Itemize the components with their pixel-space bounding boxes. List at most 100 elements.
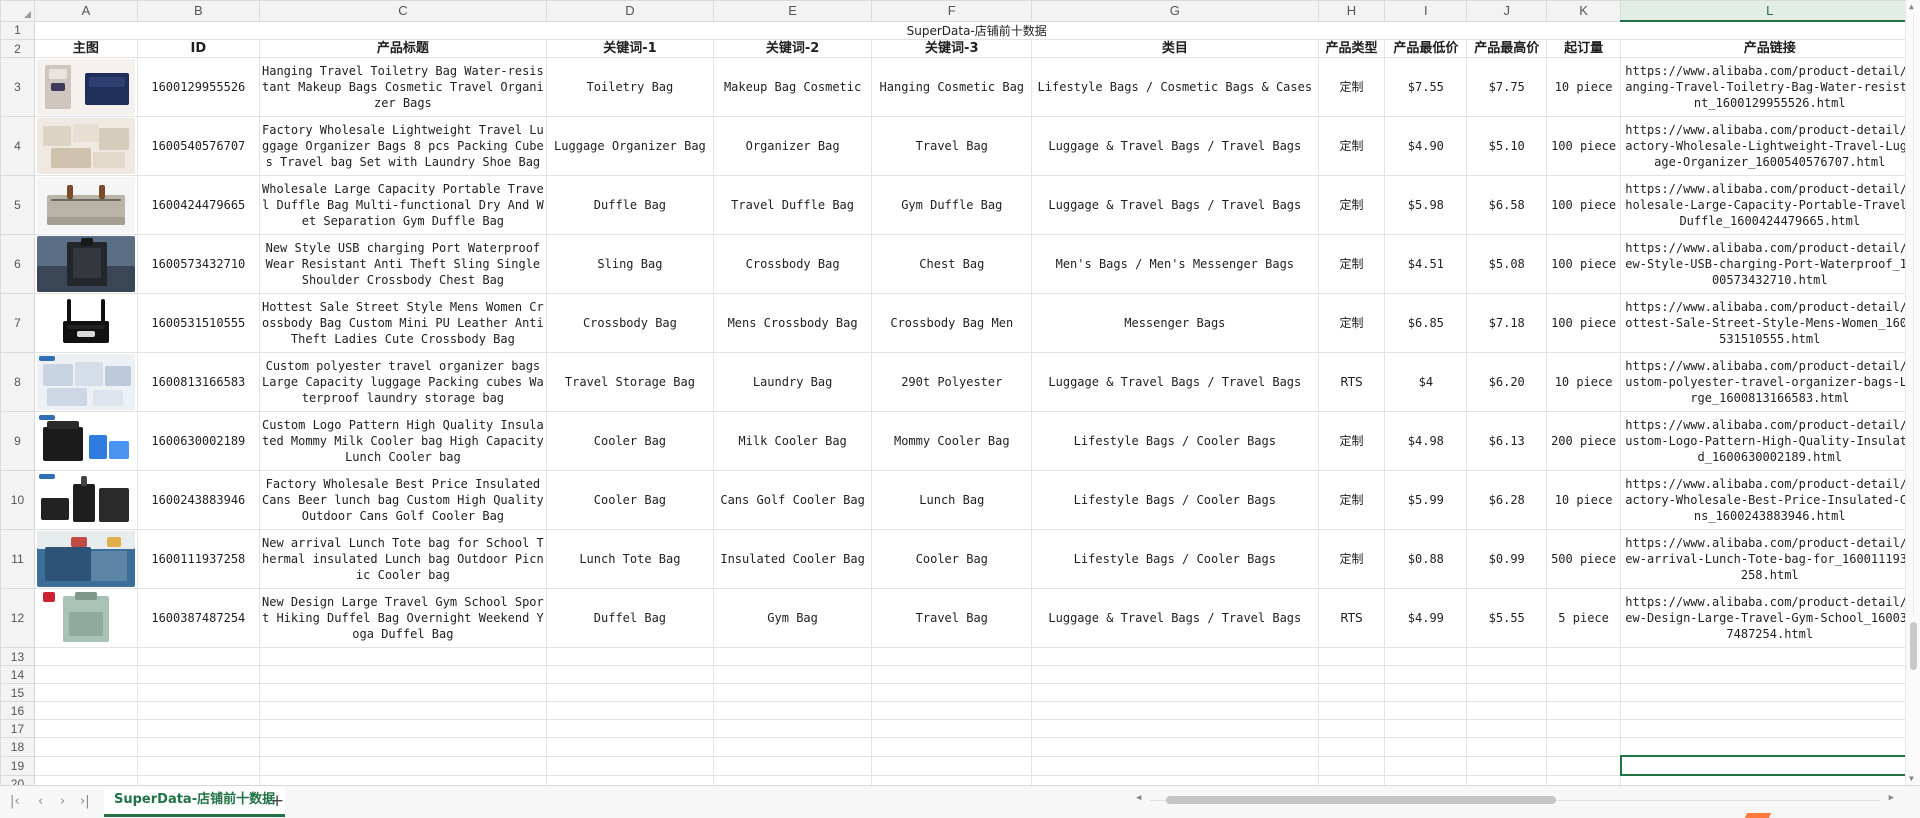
- product-link[interactable]: https://www.alibaba.com/product-detail/F…: [1620, 116, 1920, 176]
- column-title[interactable]: 起订量: [1546, 39, 1622, 58]
- product-id[interactable]: 1600243883946: [136, 470, 260, 530]
- keyword-3[interactable]: Hanging Cosmetic Bag: [871, 57, 1033, 117]
- category[interactable]: Lifestyle Bags / Cooler Bags: [1031, 529, 1319, 589]
- empty-cell[interactable]: [33, 683, 138, 702]
- keyword-2[interactable]: Organizer Bag: [712, 116, 873, 176]
- empty-cell[interactable]: [258, 719, 548, 738]
- empty-cell[interactable]: [1317, 755, 1386, 776]
- column-header-i[interactable]: I: [1384, 0, 1468, 22]
- empty-cell[interactable]: [1031, 737, 1319, 757]
- column-header-c[interactable]: C: [258, 0, 548, 22]
- empty-cell[interactable]: [1384, 665, 1468, 684]
- empty-cell[interactable]: [712, 647, 873, 666]
- row-header[interactable]: 4: [0, 116, 35, 176]
- keyword-1[interactable]: Cooler Bag: [546, 411, 714, 471]
- column-header-d[interactable]: D: [546, 0, 714, 22]
- product-image-cell[interactable]: [33, 57, 138, 117]
- empty-cell[interactable]: [546, 701, 714, 720]
- empty-cell[interactable]: [712, 774, 873, 785]
- column-header-b[interactable]: B: [136, 0, 260, 22]
- empty-cell[interactable]: [871, 701, 1033, 720]
- product-type[interactable]: 定制: [1317, 234, 1386, 294]
- empty-cell[interactable]: [871, 647, 1033, 666]
- product-link[interactable]: https://www.alibaba.com/product-detail/N…: [1620, 529, 1920, 589]
- scroll-up-icon[interactable]: ▲: [1909, 2, 1914, 11]
- empty-cell[interactable]: [1466, 701, 1548, 720]
- keyword-3[interactable]: Cooler Bag: [871, 529, 1033, 589]
- empty-cell[interactable]: [1466, 683, 1548, 702]
- empty-cell[interactable]: [1546, 719, 1622, 738]
- category[interactable]: Luggage & Travel Bags / Travel Bags: [1031, 352, 1319, 412]
- active-cell[interactable]: [1619, 755, 1920, 776]
- next-sheet-icon[interactable]: ›: [60, 794, 65, 809]
- empty-cell[interactable]: [1546, 737, 1622, 757]
- max-price[interactable]: $0.99: [1466, 529, 1548, 589]
- empty-cell[interactable]: [258, 647, 548, 666]
- min-price[interactable]: $4.51: [1384, 234, 1468, 294]
- product-image-cell[interactable]: [33, 175, 138, 235]
- product-image-cell[interactable]: [33, 529, 138, 589]
- product-type[interactable]: 定制: [1317, 116, 1386, 176]
- empty-cell[interactable]: [136, 737, 260, 757]
- empty-cell[interactable]: [1031, 719, 1319, 738]
- max-price[interactable]: $5.08: [1466, 234, 1548, 294]
- column-header-j[interactable]: J: [1466, 0, 1548, 22]
- empty-cell[interactable]: [1466, 737, 1548, 757]
- max-price[interactable]: $6.28: [1466, 470, 1548, 530]
- row-header[interactable]: 17: [0, 719, 35, 738]
- scroll-right-icon[interactable]: ▶: [1889, 793, 1894, 803]
- empty-cell[interactable]: [1317, 701, 1386, 720]
- max-price[interactable]: $6.20: [1466, 352, 1548, 412]
- keyword-1[interactable]: Duffel Bag: [546, 588, 714, 648]
- row-header[interactable]: 7: [0, 293, 35, 353]
- column-title[interactable]: 产品链接: [1620, 39, 1920, 58]
- product-type[interactable]: 定制: [1317, 470, 1386, 530]
- vertical-scrollbar[interactable]: ▲ ▼: [1905, 0, 1920, 785]
- empty-cell[interactable]: [1384, 701, 1468, 720]
- category[interactable]: Messenger Bags: [1031, 293, 1319, 353]
- keyword-1[interactable]: Luggage Organizer Bag: [546, 116, 714, 176]
- keyword-2[interactable]: Milk Cooler Bag: [712, 411, 873, 471]
- max-price[interactable]: $7.75: [1466, 57, 1548, 117]
- column-header-h[interactable]: H: [1317, 0, 1386, 22]
- keyword-2[interactable]: Makeup Bag Cosmetic: [712, 57, 873, 117]
- product-title[interactable]: New Design Large Travel Gym School Sport…: [258, 588, 548, 648]
- empty-cell[interactable]: [1384, 737, 1468, 757]
- empty-cell[interactable]: [1620, 737, 1920, 757]
- row-header[interactable]: 1: [0, 20, 35, 40]
- product-id[interactable]: 1600540576707: [136, 116, 260, 176]
- empty-cell[interactable]: [712, 683, 873, 702]
- empty-cell[interactable]: [712, 665, 873, 684]
- row-header[interactable]: 12: [0, 588, 35, 648]
- max-price[interactable]: $6.13: [1466, 411, 1548, 471]
- empty-cell[interactable]: [1546, 701, 1622, 720]
- column-header-a[interactable]: A: [33, 0, 138, 22]
- keyword-2[interactable]: Cans Golf Cooler Bag: [712, 470, 873, 530]
- row-header[interactable]: 16: [0, 701, 35, 720]
- row-header[interactable]: 14: [0, 665, 35, 684]
- prev-sheet-icon[interactable]: ‹: [38, 794, 43, 809]
- product-id[interactable]: 1600387487254: [136, 588, 260, 648]
- empty-cell[interactable]: [136, 683, 260, 702]
- keyword-2[interactable]: Gym Bag: [712, 588, 873, 648]
- keyword-3[interactable]: Travel Bag: [871, 588, 1033, 648]
- category[interactable]: Lifestyle Bags / Cosmetic Bags & Cases: [1031, 57, 1319, 117]
- product-title[interactable]: Factory Wholesale Best Price Insulated C…: [258, 470, 548, 530]
- empty-cell[interactable]: [871, 683, 1033, 702]
- empty-cell[interactable]: [258, 665, 548, 684]
- min-order-qty[interactable]: 10 piece: [1546, 470, 1622, 530]
- empty-cell[interactable]: [1546, 665, 1622, 684]
- product-image-cell[interactable]: [33, 234, 138, 294]
- empty-cell[interactable]: [1384, 774, 1468, 785]
- empty-cell[interactable]: [871, 755, 1033, 776]
- empty-cell[interactable]: [546, 647, 714, 666]
- product-type[interactable]: 定制: [1317, 175, 1386, 235]
- empty-cell[interactable]: [258, 737, 548, 757]
- row-header[interactable]: 6: [0, 234, 35, 294]
- product-id[interactable]: 1600129955526: [136, 57, 260, 117]
- vertical-scroll-thumb[interactable]: [1910, 622, 1917, 670]
- empty-cell[interactable]: [1620, 719, 1920, 738]
- min-price[interactable]: $4: [1384, 352, 1468, 412]
- scroll-left-icon[interactable]: ◀: [1136, 793, 1141, 803]
- product-link[interactable]: https://www.alibaba.com/product-detail/W…: [1620, 175, 1920, 235]
